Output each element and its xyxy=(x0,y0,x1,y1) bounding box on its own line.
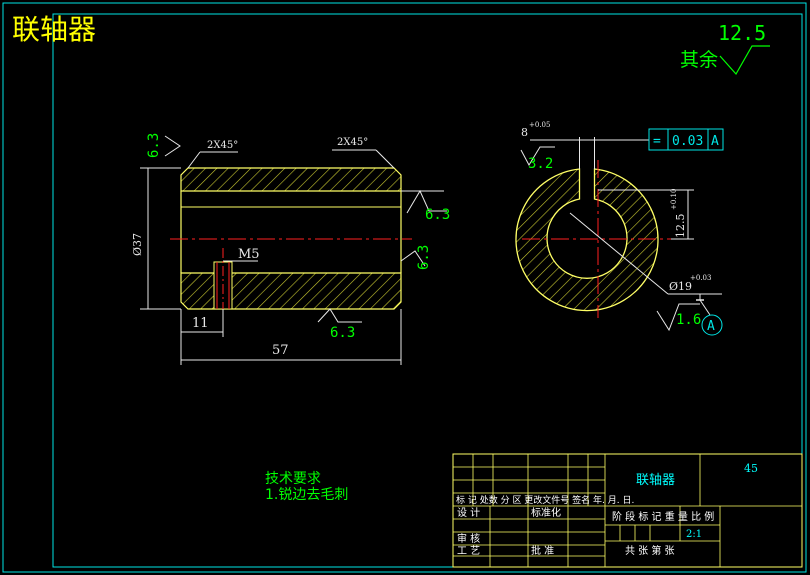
general-roughness: 12.5 其余 xyxy=(680,21,770,76)
roughness-bore: 1.6 xyxy=(676,312,701,328)
title-block-part-name: 联轴器 xyxy=(636,473,675,488)
title-block-scale: 2:1 xyxy=(686,529,702,540)
roughness-right-upper: 6.3 xyxy=(425,207,450,223)
chamfer-left-label: 2X45° xyxy=(207,140,238,151)
keyway-depth-label: 12.5 xyxy=(674,214,687,239)
side-view: 8 +0.05 = 0.03 A 3.2 12.5 +0.10 Ø19 +0.0… xyxy=(515,121,724,336)
tolerance-datum: A xyxy=(711,134,719,149)
general-roughness-label: 其余 xyxy=(680,49,718,71)
roughness-keyway: 3.2 xyxy=(528,156,553,172)
tolerance-value: 0.03 xyxy=(672,134,703,149)
title-block-material: 45 xyxy=(744,462,758,475)
title-block-process: 工 艺 xyxy=(457,545,480,557)
bore-diameter-label: Ø19 xyxy=(669,280,692,293)
roughness-symbol-icon xyxy=(719,45,770,76)
keyway-width-label: 8 xyxy=(521,126,528,139)
title-block-sheet: 共 张 第 张 xyxy=(625,544,675,557)
hole-position-label: 11 xyxy=(192,316,209,331)
length-label: 57 xyxy=(272,343,289,358)
title-block-stage: 阶 段 标 记 重 量 比 例 xyxy=(612,510,714,523)
roughness-top-left: 6.3 xyxy=(146,133,162,158)
keyway-depth-tol: +0.10 xyxy=(670,189,678,210)
technical-notes: 技术要求 1.锐边去毛刺 xyxy=(265,471,348,503)
keyway-width-tol: +0.05 xyxy=(529,121,550,129)
diameter-label: Ø37 xyxy=(131,233,144,256)
roughness-bottom: 6.3 xyxy=(330,325,355,341)
chamfer-right-label: 2X45° xyxy=(337,137,368,148)
title-block: 联轴器 45 标 记 处数 分 区 更改文件号 签名 年. 月. 日. 设 计 … xyxy=(452,453,803,568)
datum-label: A xyxy=(707,319,715,334)
title-block-standardize: 标准化 xyxy=(531,506,561,519)
tolerance-symbol: = xyxy=(653,134,661,149)
upper-wall-section xyxy=(180,167,402,192)
title-block-revision-row: 标 记 处数 分 区 更改文件号 签名 年. 月. 日. xyxy=(456,494,634,506)
title-block-approve: 批 准 xyxy=(531,544,554,557)
drawing-canvas: 联轴器 12.5 其余 2X45° 2X45° 6.3 Ø37 6.3 6.3 … xyxy=(0,0,810,575)
title-block-design: 设 计 xyxy=(457,506,480,519)
drawing-title: 联轴器 xyxy=(12,13,96,46)
front-view: 2X45° 2X45° 6.3 Ø37 6.3 6.3 6.3 M5 11 57 xyxy=(131,133,450,365)
thread-label: M5 xyxy=(238,247,260,262)
cad-drawing: 联轴器 12.5 其余 2X45° 2X45° 6.3 Ø37 6.3 6.3 … xyxy=(2,2,807,573)
general-roughness-value: 12.5 xyxy=(718,21,766,45)
notes-line-1: 1.锐边去毛刺 xyxy=(265,487,348,503)
notes-heading: 技术要求 xyxy=(265,471,321,487)
roughness-right-lower: 6.3 xyxy=(416,245,432,270)
bore-diameter-tol: +0.03 xyxy=(690,274,711,282)
title-block-review: 审 核 xyxy=(457,532,480,545)
